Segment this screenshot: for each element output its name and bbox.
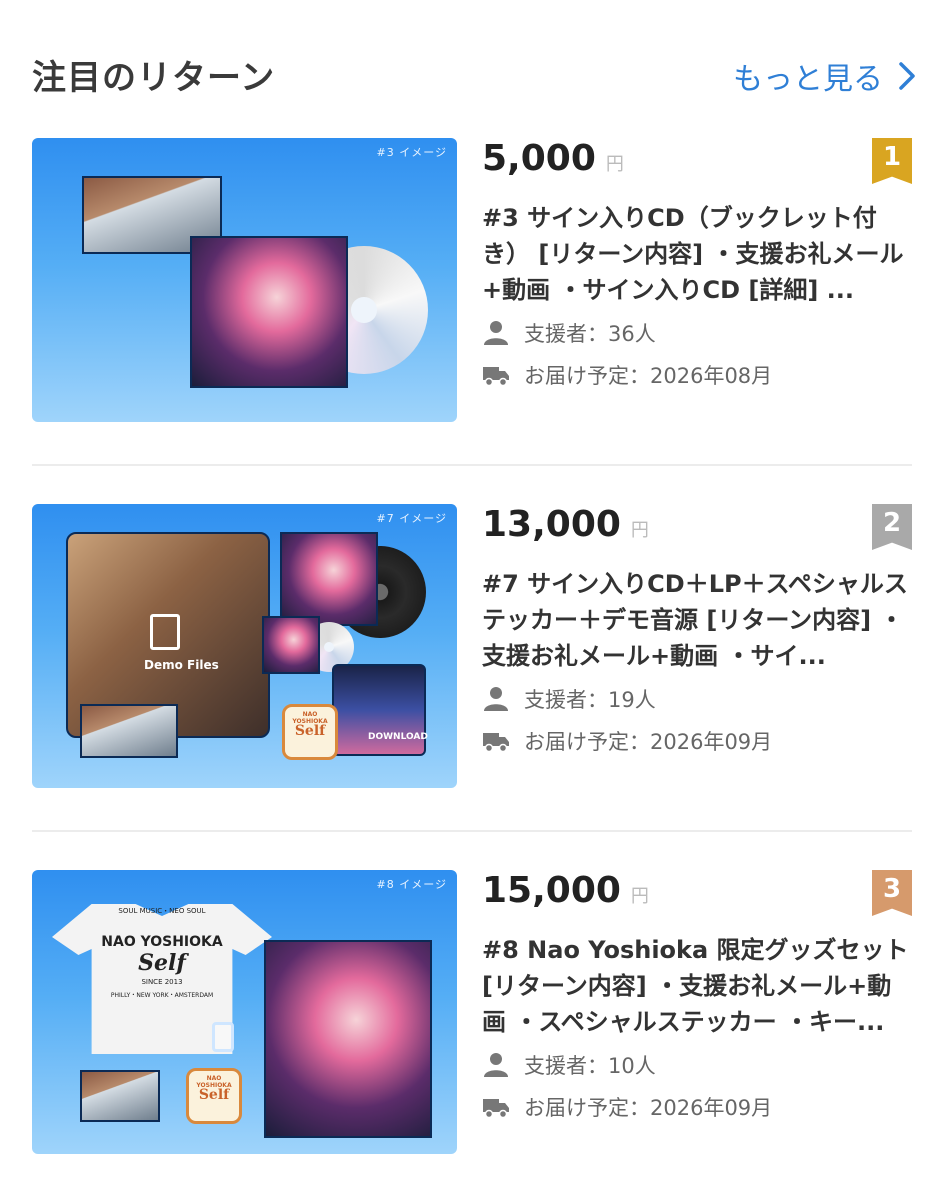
rank-badge: 1 — [872, 138, 912, 184]
return-description[interactable]: #7 サイン入りCD＋LP＋スペシャルステッカー＋デモ音源 [リターン内容] ・… — [482, 566, 912, 674]
document-icon — [150, 614, 180, 650]
delivery-row: お届け予定：2026年08月 — [482, 360, 772, 390]
supporters-count: 支援者：36人 — [524, 322, 656, 346]
see-more-label: もっと見る — [733, 62, 883, 97]
return-description[interactable]: #3 サイン入りCD（ブックレット付き） [リターン内容] ・支援お礼メール+動… — [482, 200, 912, 308]
price-row: 13,000 円 — [482, 504, 649, 554]
sticker-logo: Self — [294, 723, 326, 739]
supporters-row: 支援者：36人 — [482, 318, 656, 348]
truck-icon — [483, 733, 509, 753]
rank-badge: 3 — [872, 870, 912, 916]
return-card[interactable]: #3 イメージ 5,000 円 1 #3 サイン入りCD（ブックレット付き） [… — [32, 138, 912, 428]
demo-files-label: Demo Files — [144, 658, 219, 672]
cd-cover-photo — [190, 236, 348, 388]
yen-unit: 円 — [630, 886, 649, 907]
supporters-count: 支援者：10人 — [524, 1054, 656, 1078]
rank-badge: 2 — [872, 504, 912, 550]
price: 13,000 — [482, 504, 621, 545]
truck-icon — [483, 367, 509, 387]
cd-cover-photo — [262, 616, 320, 674]
person-icon — [484, 687, 508, 711]
self-sticker: NAO YOSHIOKA Self — [186, 1068, 242, 1124]
supporters-count: 支援者：19人 — [524, 688, 656, 712]
return-card[interactable]: #8 イメージ SOUL MUSIC・NEO SOUL NAO YOSHIOKA… — [32, 870, 912, 1160]
delivery-date: お届け予定：2026年09月 — [524, 730, 773, 754]
return-thumbnail[interactable]: #7 イメージ Demo Files DOWNLOAD NAO YOSHIOKA… — [32, 504, 457, 788]
chevron-right-icon — [899, 62, 915, 90]
sticker-logo: Self — [198, 1087, 230, 1103]
shirt-artist-name: NAO YOSHIOKA — [101, 934, 223, 950]
shirt-logo: Self — [138, 950, 186, 976]
yen-unit: 円 — [630, 520, 649, 541]
thumbnail-tag: #7 イメージ — [376, 512, 447, 525]
return-thumbnail[interactable]: #3 イメージ — [32, 138, 457, 422]
divider — [32, 830, 912, 832]
return-description[interactable]: #8 Nao Yoshioka 限定グッズセット [リターン内容] ・支援お礼メ… — [482, 932, 912, 1040]
download-card — [332, 664, 426, 756]
self-sticker: NAO YOSHIOKA Self — [282, 704, 338, 760]
shirt-cities: PHILLY・NEW YORK・AMSTERDAM — [110, 992, 214, 999]
supporters-row: 支援者：19人 — [482, 684, 656, 714]
delivery-date: お届け予定：2026年09月 — [524, 1096, 773, 1120]
delivery-date: お届け予定：2026年08月 — [524, 364, 773, 388]
price: 15,000 — [482, 870, 621, 911]
keychain — [212, 1022, 234, 1052]
person-icon — [484, 321, 508, 345]
delivery-row: お届け予定：2026年09月 — [482, 1092, 772, 1122]
price-row: 15,000 円 — [482, 870, 649, 920]
divider — [32, 464, 912, 466]
video-still — [80, 704, 178, 758]
truck-icon — [483, 1099, 509, 1119]
price: 5,000 — [482, 138, 596, 179]
return-thumbnail[interactable]: #8 イメージ SOUL MUSIC・NEO SOUL NAO YOSHIOKA… — [32, 870, 457, 1154]
shirt-since: SINCE 2013 — [141, 978, 183, 986]
yen-unit: 円 — [605, 154, 624, 175]
thumbnail-tag: #3 イメージ — [376, 146, 447, 159]
price-row: 5,000 円 — [482, 138, 624, 188]
see-more-link[interactable]: もっと見る — [733, 54, 917, 98]
person-icon — [484, 1053, 508, 1077]
return-card[interactable]: #7 イメージ Demo Files DOWNLOAD NAO YOSHIOKA… — [32, 504, 912, 794]
section-title: 注目のリターン — [32, 58, 276, 98]
video-still — [80, 1070, 160, 1122]
download-label: DOWNLOAD — [368, 732, 428, 742]
section-header: 注目のリターン もっと見る — [32, 44, 917, 104]
delivery-row: お届け予定：2026年09月 — [482, 726, 772, 756]
supporters-row: 支援者：10人 — [482, 1050, 656, 1080]
thumbnail-tag: #8 イメージ — [376, 878, 447, 891]
poster-photo — [264, 940, 432, 1138]
shirt-tagline: SOUL MUSIC・NEO SOUL — [118, 907, 206, 915]
lp-cover-photo — [280, 532, 378, 626]
